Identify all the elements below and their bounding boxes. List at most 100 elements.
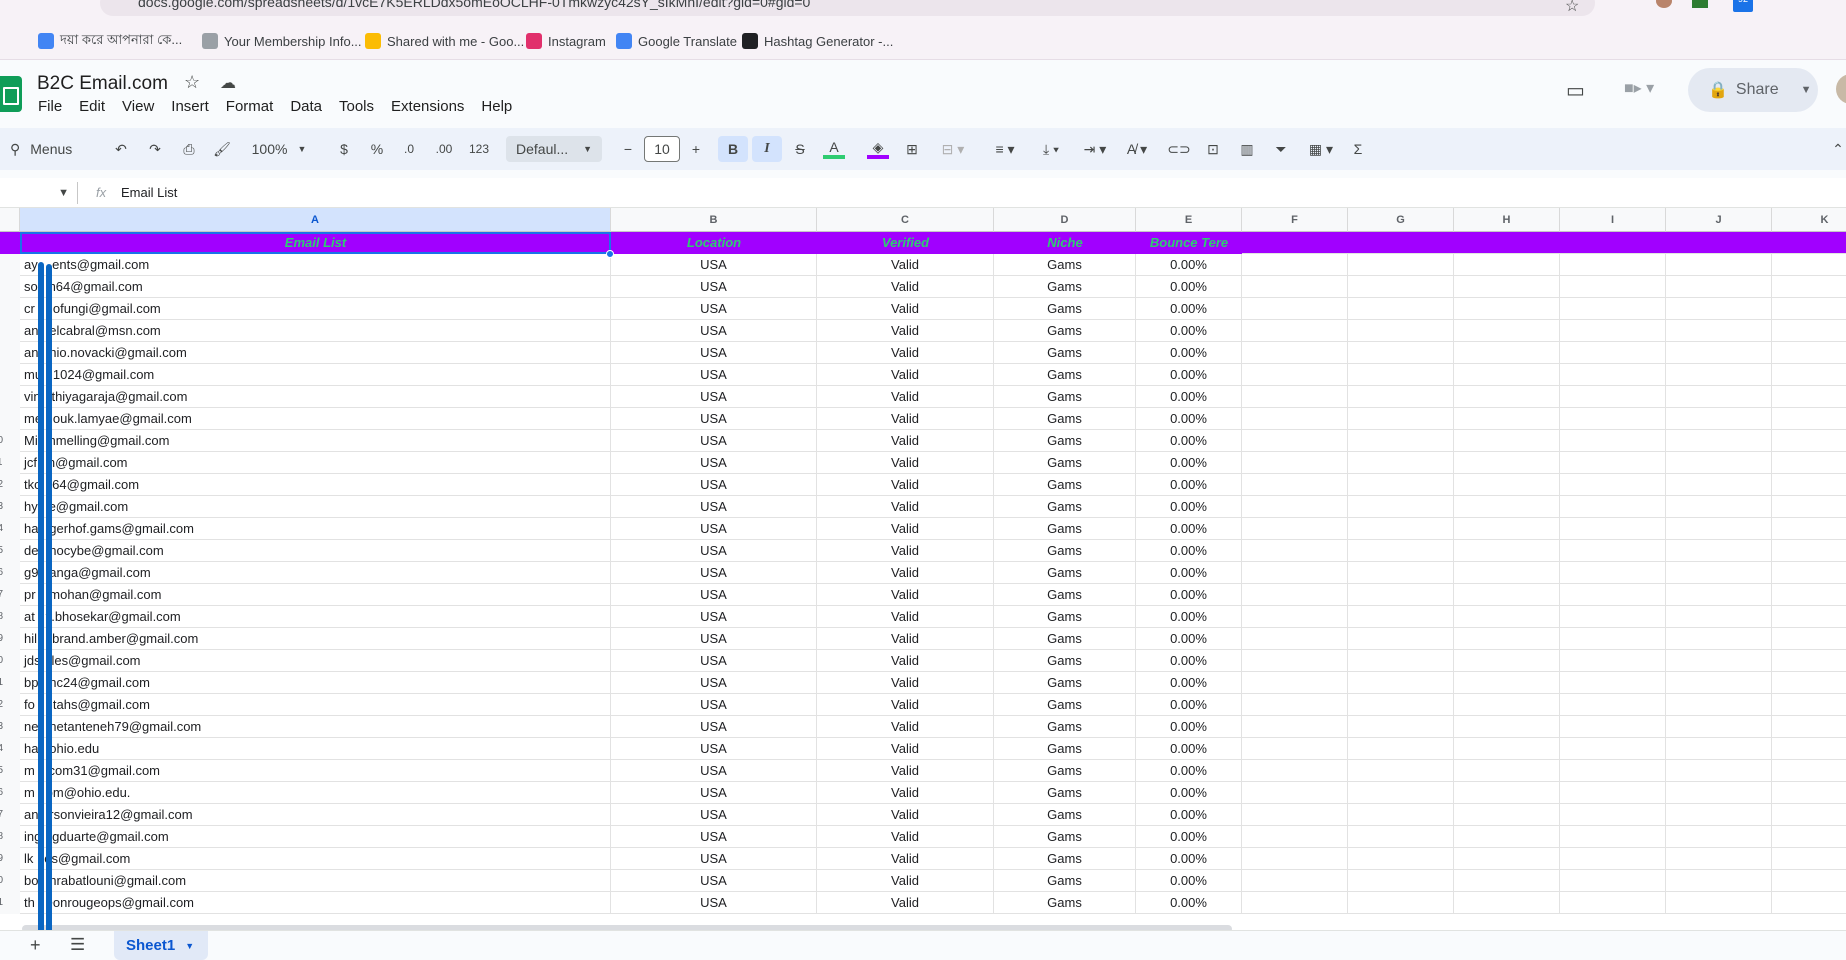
empty-cell[interactable] bbox=[1560, 540, 1666, 562]
empty-cell[interactable] bbox=[1454, 804, 1560, 826]
email-cell[interactable]: fo ntahs@gmail.com bbox=[20, 694, 611, 716]
verified-cell[interactable]: Valid bbox=[817, 892, 994, 914]
empty-cell[interactable] bbox=[1772, 738, 1846, 760]
bounce-cell[interactable]: 0.00% bbox=[1136, 452, 1242, 474]
vertical-align-icon[interactable]: ⤓ ▾ bbox=[1034, 136, 1068, 162]
empty-cell[interactable] bbox=[1242, 562, 1348, 584]
bounce-cell[interactable]: 0.00% bbox=[1136, 540, 1242, 562]
location-cell[interactable]: USA bbox=[611, 738, 817, 760]
location-cell[interactable]: USA bbox=[611, 452, 817, 474]
empty-cell[interactable] bbox=[1242, 342, 1348, 364]
niche-cell[interactable]: Gams bbox=[994, 672, 1136, 694]
verified-cell[interactable]: Valid bbox=[817, 848, 994, 870]
row-number[interactable]: 24 bbox=[0, 738, 20, 760]
empty-cell[interactable] bbox=[1666, 716, 1772, 738]
location-cell[interactable]: USA bbox=[611, 474, 817, 496]
empty-cell[interactable] bbox=[1772, 584, 1846, 606]
bounce-cell[interactable]: 0.00% bbox=[1136, 474, 1242, 496]
row-number[interactable]: 17 bbox=[0, 584, 20, 606]
email-cell[interactable]: cr nofungi@gmail.com bbox=[20, 298, 611, 320]
bookmark-item[interactable]: Instagram bbox=[526, 29, 606, 53]
empty-cell[interactable] bbox=[1454, 452, 1560, 474]
empty-cell[interactable] bbox=[1560, 430, 1666, 452]
empty-cell[interactable] bbox=[1666, 364, 1772, 386]
text-rotation-icon[interactable]: A̸ ▾ bbox=[1120, 136, 1154, 162]
location-cell[interactable]: USA bbox=[611, 298, 817, 320]
avatar[interactable] bbox=[1836, 74, 1846, 104]
location-cell[interactable]: USA bbox=[611, 804, 817, 826]
row-number[interactable]: 11 bbox=[0, 452, 20, 474]
niche-cell[interactable]: Gams bbox=[994, 408, 1136, 430]
empty-cell[interactable] bbox=[1666, 430, 1772, 452]
verified-cell[interactable]: Valid bbox=[817, 342, 994, 364]
collapse-toolbar-icon[interactable]: ⌃ bbox=[1830, 136, 1846, 162]
menu-data[interactable]: Data bbox=[290, 98, 322, 115]
empty-cell[interactable] bbox=[1242, 320, 1348, 342]
location-cell[interactable]: USA bbox=[611, 276, 817, 298]
empty-cell[interactable] bbox=[1242, 694, 1348, 716]
percent-button[interactable]: % bbox=[368, 136, 386, 162]
empty-cell[interactable] bbox=[1666, 892, 1772, 914]
location-cell[interactable]: USA bbox=[611, 320, 817, 342]
empty-cell[interactable] bbox=[1666, 276, 1772, 298]
bounce-cell[interactable]: 0.00% bbox=[1136, 826, 1242, 848]
empty-cell[interactable] bbox=[1454, 518, 1560, 540]
empty-cell[interactable] bbox=[1454, 870, 1560, 892]
empty-cell[interactable] bbox=[1772, 562, 1846, 584]
empty-cell[interactable] bbox=[1242, 782, 1348, 804]
empty-cell[interactable] bbox=[1242, 452, 1348, 474]
row-number[interactable]: 2 bbox=[0, 254, 20, 276]
location-cell[interactable]: USA bbox=[611, 892, 817, 914]
empty-cell[interactable] bbox=[1772, 254, 1846, 276]
share-button[interactable]: 🔒 Share ▼ bbox=[1688, 68, 1818, 112]
bounce-cell[interactable]: 0.00% bbox=[1136, 518, 1242, 540]
row-number[interactable]: 15 bbox=[0, 540, 20, 562]
verified-cell[interactable]: Valid bbox=[817, 584, 994, 606]
bounce-cell[interactable]: 0.00% bbox=[1136, 320, 1242, 342]
email-cell[interactable]: m lcom31@gmail.com bbox=[20, 760, 611, 782]
menu-tools[interactable]: Tools bbox=[339, 98, 374, 115]
empty-cell[interactable] bbox=[1348, 452, 1454, 474]
verified-cell[interactable]: Valid bbox=[817, 408, 994, 430]
empty-cell[interactable] bbox=[1772, 276, 1846, 298]
strikethrough-icon[interactable]: S bbox=[789, 136, 811, 162]
empty-cell[interactable] bbox=[1348, 826, 1454, 848]
empty-cell[interactable] bbox=[1666, 804, 1772, 826]
empty-cell[interactable] bbox=[1666, 496, 1772, 518]
font-size-decrease-button[interactable]: − bbox=[620, 136, 636, 162]
row-number[interactable]: 28 bbox=[0, 826, 20, 848]
email-cell[interactable]: de nocybe@gmail.com bbox=[20, 540, 611, 562]
email-cell[interactable]: at v.bhosekar@gmail.com bbox=[20, 606, 611, 628]
bounce-cell[interactable]: 0.00% bbox=[1136, 870, 1242, 892]
empty-cell[interactable] bbox=[1454, 430, 1560, 452]
empty-cell[interactable] bbox=[1772, 540, 1846, 562]
location-cell[interactable]: USA bbox=[611, 364, 817, 386]
borders-icon[interactable]: ⊞ bbox=[901, 136, 923, 162]
empty-cell[interactable] bbox=[1772, 364, 1846, 386]
empty-cell[interactable] bbox=[1666, 606, 1772, 628]
bounce-cell[interactable]: 0.00% bbox=[1136, 364, 1242, 386]
empty-cell[interactable] bbox=[1454, 584, 1560, 606]
niche-cell[interactable]: Gams bbox=[994, 342, 1136, 364]
empty-cell[interactable] bbox=[1560, 452, 1666, 474]
empty-cell[interactable] bbox=[1454, 606, 1560, 628]
niche-cell[interactable]: Gams bbox=[994, 518, 1136, 540]
email-cell[interactable]: ing gduarte@gmail.com bbox=[20, 826, 611, 848]
empty-cell[interactable] bbox=[1348, 606, 1454, 628]
header-cell-a[interactable]: Email List bbox=[20, 232, 611, 254]
bounce-cell[interactable]: 0.00% bbox=[1136, 694, 1242, 716]
email-cell[interactable]: m om@ohio.edu. bbox=[20, 782, 611, 804]
row-number[interactable]: 12 bbox=[0, 474, 20, 496]
row-number[interactable]: 25 bbox=[0, 760, 20, 782]
niche-cell[interactable]: Gams bbox=[994, 386, 1136, 408]
empty-cell[interactable] bbox=[1348, 760, 1454, 782]
empty-cell[interactable] bbox=[1666, 760, 1772, 782]
empty-cell[interactable] bbox=[1348, 540, 1454, 562]
empty-cell[interactable] bbox=[1772, 782, 1846, 804]
location-cell[interactable]: USA bbox=[611, 342, 817, 364]
empty-cell[interactable] bbox=[1772, 826, 1846, 848]
row-number[interactable]: 5 bbox=[0, 320, 20, 342]
niche-cell[interactable]: Gams bbox=[994, 694, 1136, 716]
empty-cell[interactable] bbox=[1242, 870, 1348, 892]
empty-cell[interactable] bbox=[1454, 254, 1560, 276]
